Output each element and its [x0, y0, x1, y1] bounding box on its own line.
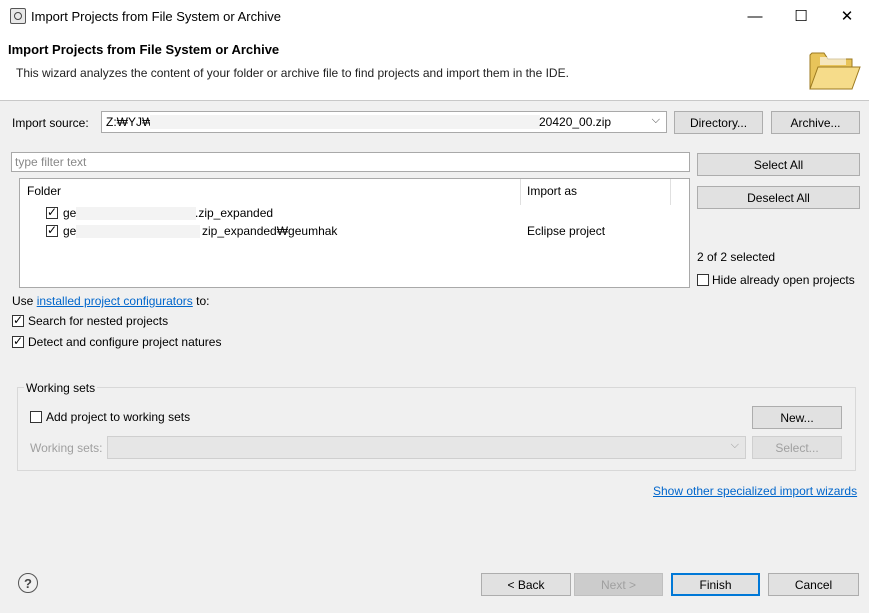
nested-projects-checkbox[interactable]: [12, 313, 24, 327]
working-sets-group-label: Working sets: [24, 381, 98, 395]
projects-table[interactable]: Folder Import as ge .zip_expanded ge zip…: [19, 178, 690, 288]
table-row[interactable]: ge .zip_expanded: [20, 203, 689, 221]
select-working-sets-button[interactable]: Select...: [752, 436, 842, 459]
close-button[interactable]: ✕: [824, 0, 869, 32]
import-source-label: Import source:: [12, 116, 89, 130]
finish-button[interactable]: Finish: [671, 573, 760, 596]
row-import-as: Eclipse project: [527, 224, 606, 238]
row-checkbox[interactable]: [46, 205, 58, 219]
selection-status: 2 of 2 selected: [697, 250, 776, 264]
row-folder-end: .zip_expanded: [195, 206, 274, 220]
chevron-down-icon: ⌵: [651, 114, 660, 126]
redacted-name: [76, 207, 196, 220]
configurators-text: Use installed project configurators to:: [12, 294, 209, 308]
row-folder-start: ge: [63, 206, 77, 220]
column-separator: [520, 179, 521, 205]
configurators-link[interactable]: installed project configurators: [37, 294, 193, 308]
new-working-set-button[interactable]: New...: [752, 406, 842, 429]
wizard-header: Import Projects from File System or Arch…: [0, 32, 869, 101]
add-to-working-sets-checkbox[interactable]: [30, 411, 42, 423]
filter-input[interactable]: type filter text: [11, 152, 690, 172]
working-sets-label: Working sets:: [30, 441, 103, 455]
column-separator: [670, 179, 671, 205]
back-button[interactable]: < Back: [481, 573, 571, 596]
help-icon[interactable]: ?: [18, 573, 38, 593]
title-bar: Import Projects from File System or Arch…: [0, 0, 869, 32]
row-checkbox[interactable]: [46, 223, 58, 237]
table-row[interactable]: ge zip_expanded₩geumhak Eclipse project: [20, 221, 689, 239]
cancel-button[interactable]: Cancel: [768, 573, 859, 596]
window-title: Import Projects from File System or Arch…: [31, 9, 281, 24]
maximize-button[interactable]: ☐: [778, 0, 824, 32]
next-button[interactable]: Next >: [574, 573, 663, 596]
minimize-button[interactable]: —: [732, 0, 778, 32]
detect-natures-label[interactable]: Detect and configure project natures: [28, 335, 221, 349]
wizard-description: This wizard analyzes the content of your…: [16, 66, 569, 80]
eclipse-app-icon: [10, 8, 26, 24]
working-sets-combo[interactable]: ⌵: [107, 436, 746, 459]
column-header-folder[interactable]: Folder: [27, 184, 61, 198]
nested-projects-label[interactable]: Search for nested projects: [28, 314, 168, 328]
folder-icon: [809, 52, 861, 90]
configurators-prefix: Use: [12, 294, 37, 308]
import-source-combo[interactable]: Z:₩YJ₩ 20420_00.zip ⌵: [101, 111, 667, 133]
column-header-import-as[interactable]: Import as: [527, 184, 577, 198]
hide-open-checkbox[interactable]: [697, 274, 709, 286]
redacted-name: [76, 225, 200, 238]
redacted-path: [150, 115, 540, 129]
deselect-all-button[interactable]: Deselect All: [697, 186, 860, 209]
specialized-wizards-link[interactable]: Show other specialized import wizards: [653, 484, 857, 498]
configurators-suffix: to:: [192, 294, 210, 308]
row-folder-end: zip_expanded₩geumhak: [202, 224, 338, 238]
import-source-value-start: Z:₩YJ₩: [106, 115, 154, 129]
archive-button[interactable]: Archive...: [771, 111, 860, 134]
detect-natures-checkbox[interactable]: [12, 334, 24, 348]
filter-placeholder: type filter text: [15, 155, 87, 169]
chevron-down-icon: ⌵: [730, 439, 739, 451]
row-folder-start: ge: [63, 224, 77, 238]
directory-button[interactable]: Directory...: [674, 111, 763, 134]
wizard-title: Import Projects from File System or Arch…: [8, 42, 280, 57]
import-source-value-end: 20420_00.zip: [539, 115, 612, 129]
hide-open-label[interactable]: Hide already open projects: [712, 273, 855, 287]
select-all-button[interactable]: Select All: [697, 153, 860, 176]
add-to-working-sets-label[interactable]: Add project to working sets: [46, 410, 190, 424]
